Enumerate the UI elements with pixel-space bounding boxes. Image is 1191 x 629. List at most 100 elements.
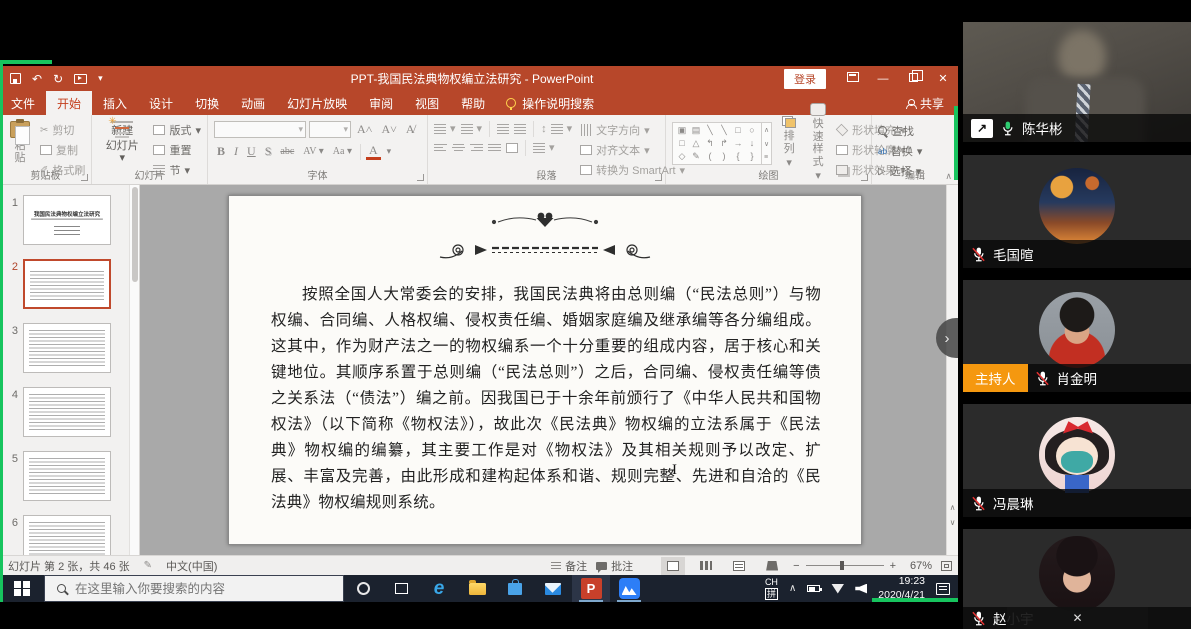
font-color-dropdown[interactable]: ▾ (384, 145, 395, 158)
increase-indent-button[interactable] (514, 124, 526, 134)
notes-button[interactable]: 备注 (551, 558, 587, 574)
paste-button[interactable]: 粘贴 (6, 119, 34, 167)
fit-to-window-icon[interactable] (941, 561, 952, 571)
participant-tile-video[interactable]: ↗ 陈华彬 (963, 22, 1191, 142)
normal-view-button[interactable] (661, 557, 685, 575)
tray-expand-icon[interactable]: ∧ (789, 583, 796, 594)
previous-slide-icon[interactable]: ∧ (950, 503, 956, 512)
drawing-dialog-launcher[interactable] (861, 174, 868, 181)
zoom-in-button[interactable]: + (890, 560, 896, 572)
undo-icon[interactable]: ↶ (32, 73, 42, 85)
tab-insert[interactable]: 插入 (92, 91, 138, 115)
decrease-indent-button[interactable] (497, 124, 509, 134)
layout-button[interactable]: 版式 ▾ (153, 122, 201, 138)
thumbnail-slide-1[interactable]: 我国民法典物权编立法研究 (23, 195, 111, 245)
save-icon[interactable] (10, 73, 21, 84)
start-slideshow-icon[interactable] (74, 74, 87, 84)
participant-tile-host[interactable]: 主持人 肖金明 (963, 280, 1191, 392)
start-button[interactable] (0, 575, 44, 602)
thumbnail-slide-3[interactable] (23, 323, 111, 373)
slide[interactable]: 按照全国人大常委会的安排，我国民法典将由总则编（“民法总则”）与物权编、合同编、… (228, 195, 862, 545)
share-button[interactable]: 共享 (892, 91, 958, 115)
tab-help[interactable]: 帮助 (450, 91, 496, 115)
wifi-icon[interactable] (831, 584, 844, 594)
volume-icon[interactable] (855, 584, 867, 594)
find-button[interactable]: 查找 (878, 123, 952, 139)
tell-me-search[interactable]: 操作说明搜索 (496, 91, 604, 115)
change-case-button[interactable]: Aa ▾ (330, 145, 355, 158)
font-size-combo[interactable]: ▾ (309, 121, 351, 138)
bullets-button[interactable]: ▾ (434, 122, 456, 135)
font-dialog-launcher[interactable] (417, 174, 424, 181)
zoom-slider[interactable] (806, 565, 884, 566)
accessibility-icon[interactable]: ✎ (144, 560, 152, 571)
participant-tile[interactable]: 毛国暄 (963, 155, 1191, 268)
columns-button[interactable] (506, 143, 518, 153)
paragraph-dialog-launcher[interactable] (655, 174, 662, 181)
meeting-app-taskbar-button[interactable] (610, 575, 648, 602)
collapse-ribbon-icon[interactable]: ∧ (945, 171, 952, 182)
justify-button[interactable] (488, 143, 501, 153)
zoom-level[interactable]: 67% (902, 560, 932, 572)
cortana-button[interactable] (344, 575, 382, 602)
arrange-button[interactable]: 排列▾ (778, 119, 800, 167)
next-slide-icon[interactable]: ∨ (950, 518, 956, 527)
thumbnail-slide-5[interactable] (23, 451, 111, 501)
comments-button[interactable]: 批注 (596, 558, 633, 574)
slide-body-text[interactable]: 按照全国人大常委会的安排，我国民法典将由总则编（“民法总则”）与物权编、合同编、… (271, 282, 821, 516)
notification-toast[interactable]: ✕ (1007, 607, 1148, 629)
taskbar-search[interactable] (44, 575, 344, 602)
tab-slideshow[interactable]: 幻灯片放映 (276, 91, 358, 115)
tab-view[interactable]: 视图 (404, 91, 450, 115)
text-shadow-button[interactable]: S (262, 143, 275, 160)
battery-icon[interactable] (807, 585, 820, 592)
numbering-button[interactable]: ▾ (461, 122, 483, 135)
quick-styles-button[interactable]: 快速样式▾ (806, 119, 830, 167)
close-button[interactable]: ✕ (928, 72, 958, 85)
grow-font-button[interactable]: A˄ (354, 121, 375, 138)
copy-button[interactable]: 复制 (40, 142, 85, 158)
clipboard-dialog-launcher[interactable] (81, 174, 88, 181)
search-input[interactable] (75, 582, 315, 596)
new-slide-button[interactable]: 新建 幻灯片 ▾ (98, 119, 146, 167)
task-view-button[interactable] (382, 575, 420, 602)
tab-animations[interactable]: 动画 (230, 91, 276, 115)
tab-review[interactable]: 审阅 (358, 91, 404, 115)
bold-button[interactable]: B (214, 143, 228, 160)
tab-transitions[interactable]: 切换 (184, 91, 230, 115)
font-name-combo[interactable]: ▾ (214, 121, 306, 138)
action-center-icon[interactable] (936, 583, 950, 595)
restore-button[interactable] (898, 73, 928, 85)
ime-indicator[interactable]: CH 拼 (765, 577, 778, 601)
italic-button[interactable]: I (231, 143, 241, 160)
minimize-button[interactable]: — (868, 73, 898, 85)
reset-button[interactable]: 重置 (153, 142, 201, 158)
replace-button[interactable]: ab替换 ▾ (878, 143, 952, 159)
align-left-button[interactable] (434, 143, 447, 153)
edge-button[interactable]: e (420, 575, 458, 602)
close-icon[interactable]: ✕ (1072, 611, 1082, 625)
shapes-gallery[interactable]: ▣▤╲╲□○ □△↰↱→↓ ◇✎(){} (672, 122, 762, 165)
text-columns-button[interactable]: ▾ (533, 141, 555, 154)
tab-file[interactable]: 文件 (0, 91, 46, 115)
character-spacing-button[interactable]: AV ▾ (300, 145, 327, 158)
slide-sorter-view-button[interactable] (694, 557, 718, 575)
zoom-out-button[interactable]: − (793, 560, 799, 572)
thumbnail-slide-4[interactable] (23, 387, 111, 437)
tab-home[interactable]: 开始 (46, 91, 92, 115)
strikethrough-button[interactable]: abc (277, 145, 297, 158)
login-button[interactable]: 登录 (784, 69, 826, 89)
cut-button[interactable]: ✂剪切 (40, 122, 85, 138)
qat-more-icon[interactable]: ▾ (98, 74, 103, 83)
participant-tile[interactable]: 冯晨琳 (963, 404, 1191, 517)
align-right-button[interactable] (470, 143, 483, 153)
slide-scrollbar[interactable]: ∧ ∨ (946, 185, 958, 555)
clear-formatting-button[interactable]: A̸ (403, 121, 418, 138)
reading-view-button[interactable] (727, 557, 751, 575)
language-label[interactable]: 中文(中国) (166, 558, 217, 574)
slideshow-view-button[interactable] (760, 557, 784, 575)
thumbnail-slide-6[interactable] (23, 515, 111, 555)
redo-icon[interactable]: ↻ (53, 73, 63, 85)
file-explorer-button[interactable] (458, 575, 496, 602)
align-center-button[interactable] (452, 143, 465, 153)
